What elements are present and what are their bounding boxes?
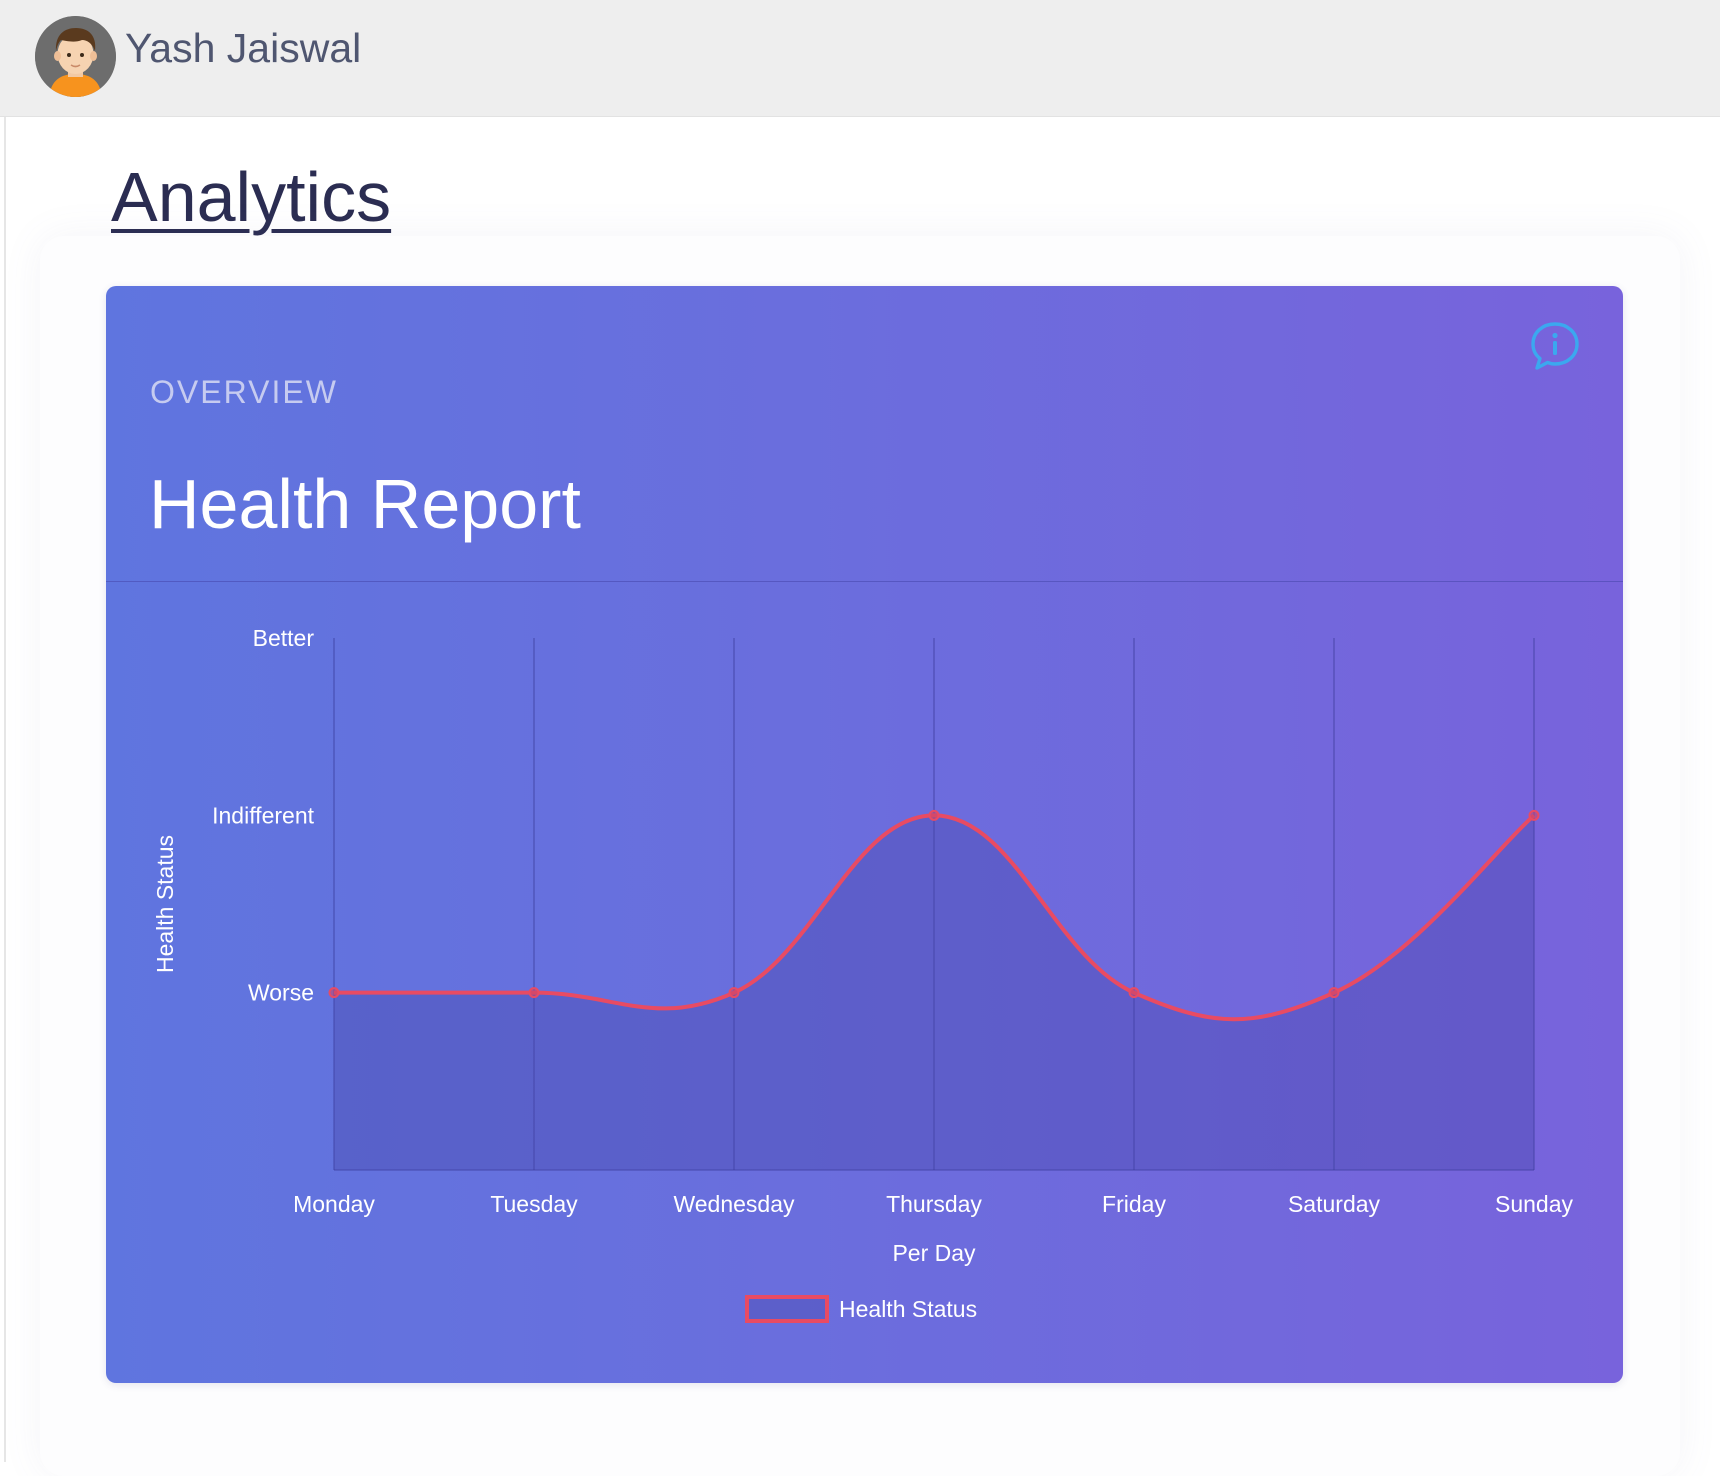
y-tick-label: Worse (248, 980, 314, 1006)
point-wednesday[interactable] (728, 987, 740, 999)
point-tuesday[interactable] (528, 987, 540, 999)
point-saturday[interactable] (1328, 987, 1340, 999)
point-monday[interactable] (328, 987, 340, 999)
left-border (4, 0, 6, 1462)
x-tick-label: Friday (1102, 1191, 1166, 1217)
x-axis-title: Per Day (892, 1240, 976, 1266)
y-axis-title: Health Status (152, 835, 178, 973)
point-thursday[interactable] (928, 809, 940, 821)
health-report-card: OVERVIEW Health Report Worse Indifferent B… (106, 286, 1623, 1383)
x-tick-label: Monday (293, 1191, 375, 1217)
point-friday[interactable] (1128, 987, 1140, 999)
point-sunday[interactable] (1528, 809, 1540, 821)
y-tick-label: Indifferent (212, 802, 314, 828)
user-avatar-icon[interactable] (35, 16, 116, 97)
user-name[interactable]: Yash Jaiswal (125, 22, 361, 74)
legend-swatch[interactable] (745, 1295, 829, 1323)
x-tick-label: Saturday (1288, 1191, 1381, 1217)
legend-label[interactable]: Health Status (839, 1296, 977, 1322)
page-title[interactable]: Analytics (111, 155, 391, 239)
x-tick-label: Tuesday (490, 1191, 578, 1217)
health-chart: Worse Indifferent Better Monday Tuesday Wedne… (152, 625, 1574, 1323)
y-tick-label: Better (253, 625, 315, 651)
x-tick-label: Wednesday (673, 1191, 795, 1217)
x-tick-label: Sunday (1495, 1191, 1574, 1217)
top-bar: Yash Jaiswal (0, 0, 1720, 117)
x-tick-label: Thursday (886, 1191, 982, 1217)
